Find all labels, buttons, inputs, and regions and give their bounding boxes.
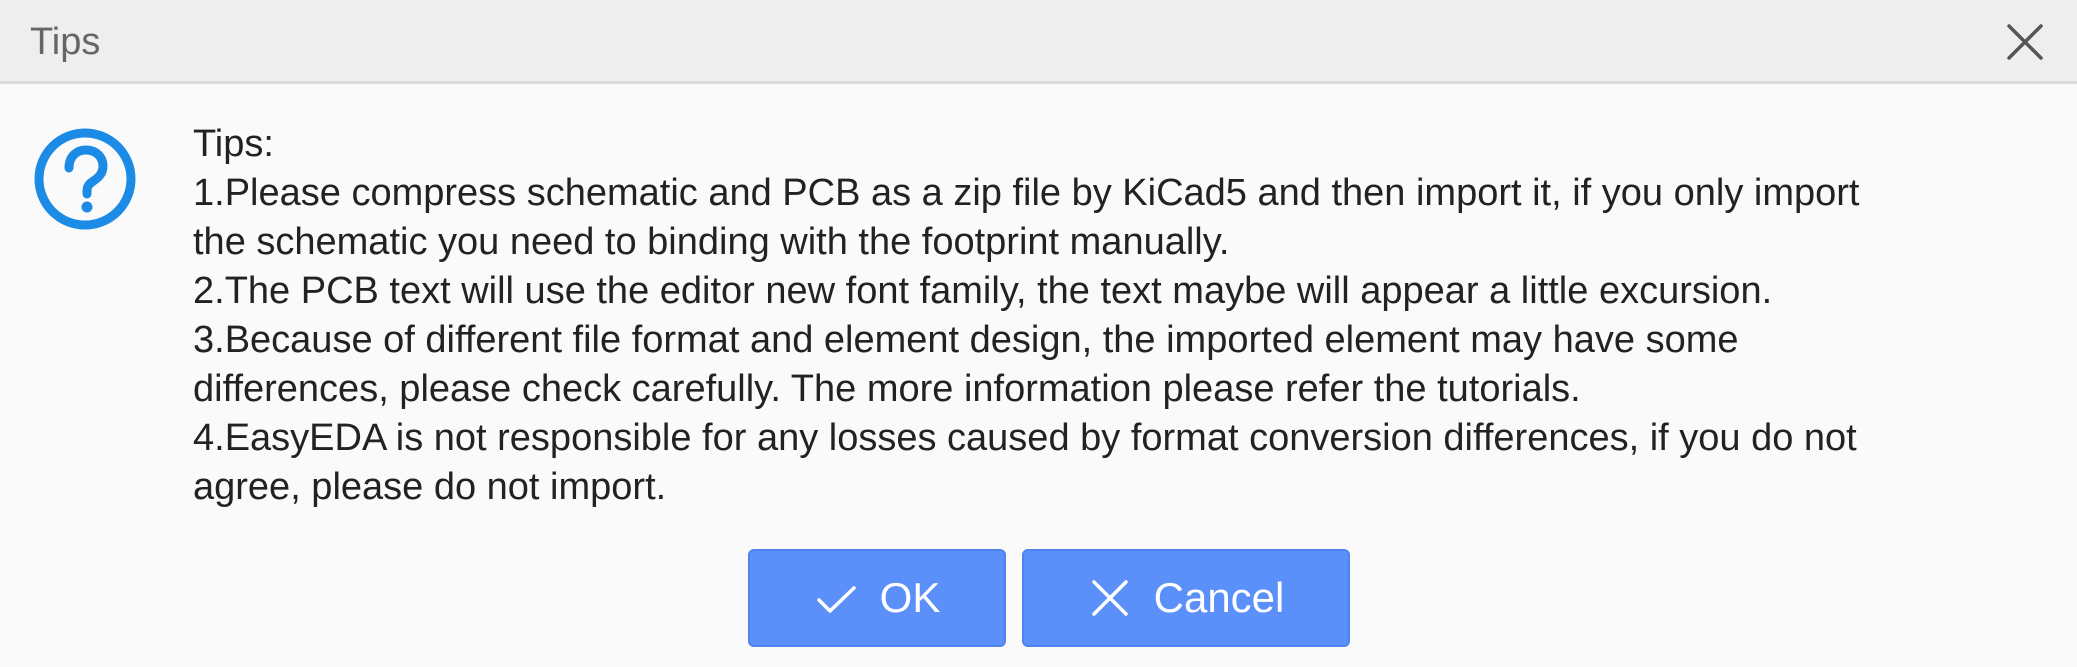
ok-button[interactable]: OK <box>748 549 1006 647</box>
message-line: differences, please check carefully. The… <box>193 368 1581 410</box>
message-line: the schematic you need to binding with t… <box>193 221 1230 263</box>
message-line: 1.Please compress schematic and PCB as a… <box>193 172 1860 214</box>
message-line: 3.Because of different file format and e… <box>193 319 1739 361</box>
close-icon <box>1088 576 1132 620</box>
tips-dialog: Tips Tips: 1.Please compress schematic a… <box>0 0 2077 667</box>
cancel-button[interactable]: Cancel <box>1022 549 1350 647</box>
tips-message: Tips: 1.Please compress schematic and PC… <box>193 120 2053 512</box>
message-line: 4.EasyEDA is not responsible for any los… <box>193 417 1857 459</box>
cancel-button-label: Cancel <box>1153 574 1285 621</box>
close-icon[interactable] <box>2003 20 2047 64</box>
message-line: agree, please do not import. <box>193 466 667 508</box>
message-line: 2.The PCB text will use the editor new f… <box>193 270 1773 312</box>
question-circle-icon <box>32 126 138 232</box>
check-icon <box>814 576 858 620</box>
dialog-titlebar: Tips <box>0 0 2077 84</box>
dialog-title: Tips <box>30 21 101 63</box>
message-line: Tips: <box>193 123 274 165</box>
ok-button-label: OK <box>879 574 941 621</box>
